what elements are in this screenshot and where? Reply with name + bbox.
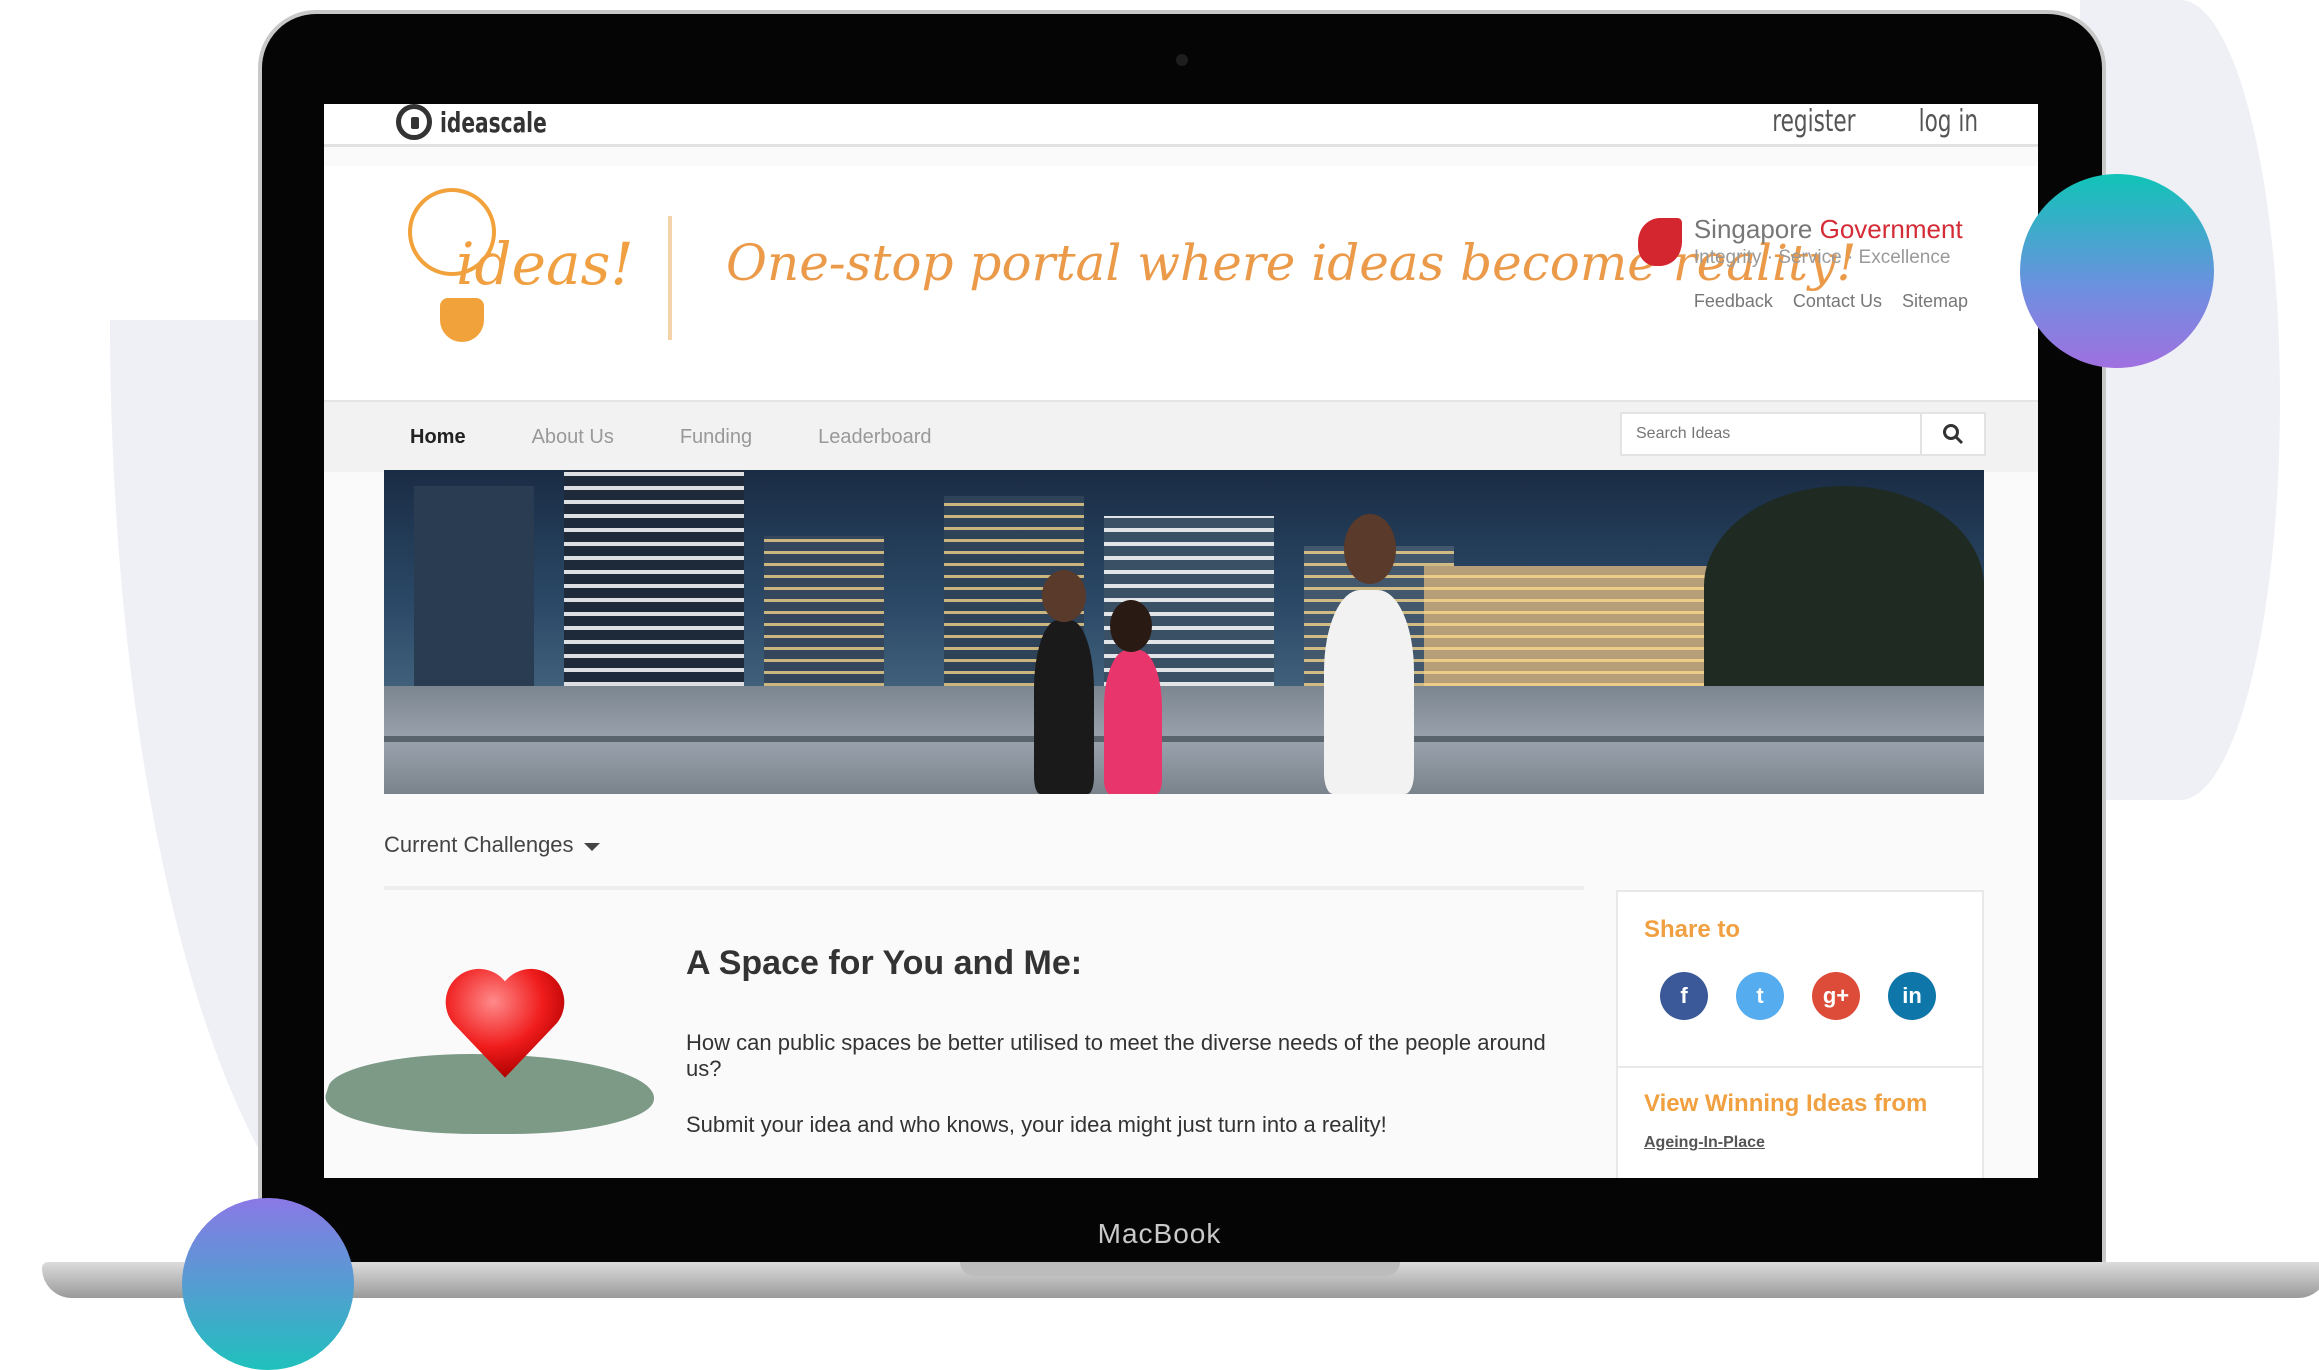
contact-us-link[interactable]: Contact Us [1793,291,1882,312]
filter-label: Current Challenges [384,832,574,857]
nav-item-home[interactable]: Home [410,426,466,449]
nav-item-funding[interactable]: Funding [680,426,752,449]
header-divider [668,216,672,340]
linkedin-icon[interactable]: in [1888,972,1936,1020]
gov-title[interactable]: Singapore Government [1694,214,1968,245]
challenge-cta: Submit your idea and who knows, your ide… [686,1112,1387,1137]
decorative-circle-purple [182,1198,354,1370]
feedback-link[interactable]: Feedback [1694,291,1773,312]
current-challenges-dropdown[interactable]: Current Challenges [384,832,600,858]
gov-name-singapore: Singapore [1693,214,1813,244]
ideascale-logo[interactable]: ideascale [396,104,588,140]
search-button[interactable] [1920,414,1984,454]
heart-icon [445,968,565,1078]
runner-black-shirt [1034,620,1094,794]
content-divider [384,886,1584,890]
ideascale-brand: ideascale [440,105,547,139]
macbook-label: MacBook [1097,1218,1222,1249]
camera-dot [1176,54,1188,66]
share-title: Share to [1644,916,1741,943]
twitter-icon[interactable]: t [1736,972,1784,1020]
google-plus-icon[interactable]: g+ [1812,972,1860,1020]
site-header: ideas! One-stop portal where ideas becom… [324,166,2038,400]
search-input[interactable] [1622,414,1928,454]
gov-motto: Integrity · Service · Excellence [1693,247,1951,268]
government-branding: Singapore Government Integrity · Service… [1637,214,1968,312]
nav-item-leaderboard[interactable]: Leaderboard [818,426,931,449]
browser-screen: ideascale register log in ideas! One-sto… [324,104,2038,1178]
sidebar-panel: Share to f t g+ in View Winning Ideas fr… [1616,890,1984,1178]
nav-item-about-us[interactable]: About Us [532,426,614,449]
facebook-icon[interactable]: f [1660,972,1708,1020]
lion-head-icon [1637,218,1682,266]
runner-pink-shirt [1104,650,1162,794]
laptop-base-notch [960,1262,1400,1276]
runner-head [1344,514,1396,584]
logo-text: ideas! [456,230,634,298]
gov-links: Feedback Contact Us Sitemap [1694,291,1968,312]
hero-banner-image [384,470,1984,794]
runner-head [1042,570,1086,622]
background-blob-right [2080,0,2280,800]
sitemap-link[interactable]: Sitemap [1902,291,1968,312]
gov-name-government: Government [1819,214,1963,244]
challenge-title[interactable]: A Space for You and Me: [686,944,1082,983]
tree [1704,486,1984,686]
ideas-logo[interactable]: ideas! [408,188,634,348]
railing [384,736,1984,742]
challenge-question: How can public spaces be better utilised… [686,1030,1546,1081]
register-link[interactable]: register [1772,104,1855,139]
runner-white-shirt [1324,590,1414,794]
building-striped [564,470,744,686]
ideascale-icon [396,104,432,140]
decorative-circle-teal [2020,174,2214,368]
sidebar-divider [1618,1066,1982,1068]
search-icon [1943,424,1964,445]
winning-ideas-link[interactable]: Ageing-In-Place [1644,1134,1765,1152]
share-icons: f t g+ in [1660,972,1936,1020]
lightbulb-base-icon [440,298,484,342]
building [414,486,534,686]
ideascale-topbar: ideascale register log in [324,104,2038,147]
account-links: register log in [1756,104,1990,139]
challenge-card: A Space for You and Me: How can public s… [324,894,1592,1178]
main-nav: Home About Us Funding Leaderboard [324,400,2038,472]
caret-down-icon [583,843,600,851]
runner-head [1110,600,1152,652]
site-tagline: One-stop portal where ideas become reali… [726,234,1857,292]
building [764,536,884,686]
search-box [1620,412,1986,456]
winning-ideas-title: View Winning Ideas from [1644,1090,1928,1117]
nav-items: Home About Us Funding Leaderboard [410,402,932,472]
login-link[interactable]: log in [1919,104,1978,139]
